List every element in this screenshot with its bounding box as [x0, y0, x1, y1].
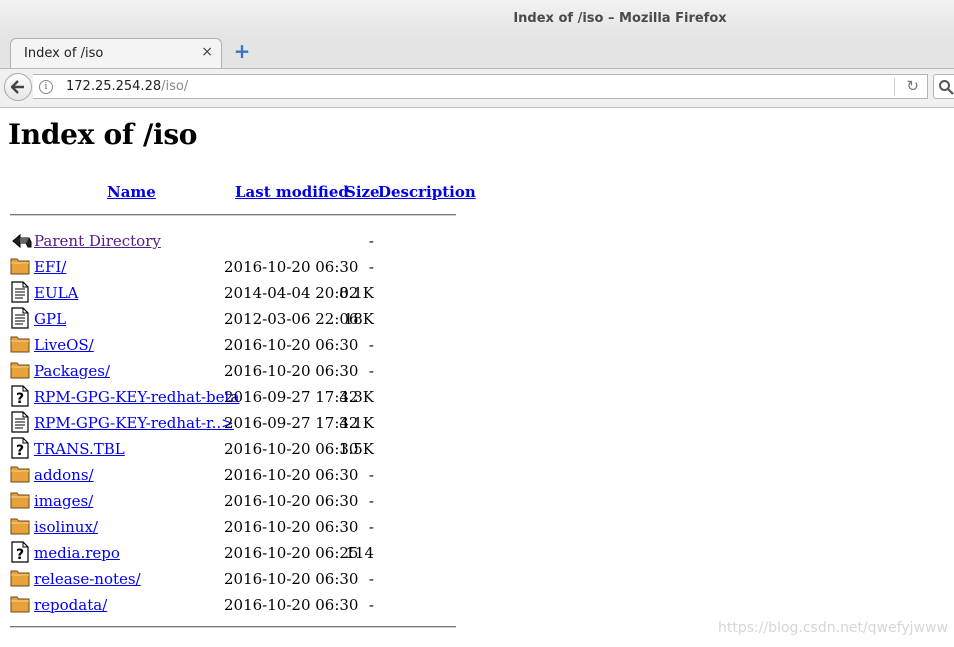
file-link[interactable]: media.repo: [34, 544, 120, 562]
file-link[interactable]: EULA: [34, 284, 78, 302]
tab-index-iso[interactable]: Index of /iso ×: [10, 38, 222, 68]
file-link[interactable]: isolinux/: [34, 518, 98, 536]
size-cell: -: [368, 336, 374, 354]
file-link[interactable]: RPM-GPG-KEY-redhat-beta: [34, 388, 240, 406]
url-separator: [894, 78, 895, 96]
text-file-icon: [10, 281, 30, 303]
file-link[interactable]: addons/: [34, 466, 94, 484]
table-row: Packages/2016-10-20 06:30-: [10, 359, 456, 381]
table-row: isolinux/2016-10-20 06:30-: [10, 515, 456, 537]
file-link[interactable]: RPM-GPG-KEY-redhat-r..>: [34, 414, 234, 432]
url-bar[interactable]: i 172.25.254.28/iso/ ↻: [33, 74, 928, 99]
text-file-icon: [10, 307, 30, 329]
size-cell: 3.1K: [338, 414, 374, 432]
size-cell: -: [368, 232, 374, 250]
table-row: EFI/2016-10-20 06:30-: [10, 255, 456, 277]
folder-icon: [10, 567, 30, 589]
table-row: addons/2016-10-20 06:30-: [10, 463, 456, 485]
window-title: Index of /iso – Mozilla Firefox: [513, 11, 727, 26]
size-cell: 1.5K: [338, 440, 374, 458]
page-title: Index of /iso: [8, 118, 198, 151]
folder-icon: [10, 463, 30, 485]
size-cell: 8.1K: [338, 284, 374, 302]
search-button[interactable]: [933, 74, 954, 99]
size-cell: -: [368, 518, 374, 536]
watermark: https://blog.csdn.net/qwefyjwww: [718, 620, 948, 636]
size-cell: -: [368, 258, 374, 276]
window-titlebar: Index of /iso – Mozilla Firefox: [0, 0, 954, 38]
unknown-file-icon: ?: [10, 541, 30, 563]
page-content: Index of /iso Name Last modified Size De…: [0, 107, 954, 647]
table-row: RPM-GPG-KEY-redhat-r..> 2016-09-27 17:42 3…: [10, 411, 456, 433]
url-host: 172.25.254.28: [66, 79, 162, 94]
column-header-name[interactable]: Name: [107, 183, 156, 201]
close-tab-icon[interactable]: ×: [201, 44, 213, 60]
size-cell: -: [368, 596, 374, 614]
folder-icon: [10, 255, 30, 277]
svg-text:?: ?: [16, 391, 24, 407]
file-link[interactable]: images/: [34, 492, 93, 510]
size-cell: 114: [345, 544, 374, 562]
svg-text:?: ?: [16, 547, 24, 563]
folder-icon: [10, 489, 30, 511]
unknown-file-icon: ?: [10, 385, 30, 407]
table-row: repodata/2016-10-20 06:30-: [10, 593, 456, 615]
table-row: Parent Directory -: [10, 229, 456, 251]
file-link[interactable]: TRANS.TBL: [34, 440, 125, 458]
folder-icon: [10, 593, 30, 615]
back-arrow-icon: [10, 80, 24, 94]
file-link[interactable]: EFI/: [34, 258, 66, 276]
file-link[interactable]: release-notes/: [34, 570, 141, 588]
navigation-bar: i 172.25.254.28/iso/ ↻: [0, 69, 954, 108]
table-row: release-notes/2016-10-20 06:30-: [10, 567, 456, 589]
size-cell: -: [368, 362, 374, 380]
size-cell: 18K: [343, 310, 374, 328]
file-link[interactable]: repodata/: [34, 596, 107, 614]
table-row: images/2016-10-20 06:30-: [10, 489, 456, 511]
back-icon: [10, 229, 32, 251]
table-row: EULA 2014-04-04 20:02 8.1K: [10, 281, 456, 303]
text-file-icon: [10, 411, 30, 433]
size-cell: -: [368, 570, 374, 588]
file-link[interactable]: Packages/: [34, 362, 110, 380]
table-row: LiveOS/2016-10-20 06:30-: [10, 333, 456, 355]
size-cell: -: [368, 466, 374, 484]
folder-icon: [10, 359, 30, 381]
url-text[interactable]: 172.25.254.28/iso/: [66, 79, 188, 94]
size-cell: 3.3K: [338, 388, 374, 406]
table-row: ? media.repo 2016-10-20 06:25 114: [10, 541, 456, 563]
header-divider: [10, 214, 456, 216]
footer-divider: [10, 626, 456, 628]
reload-icon[interactable]: ↻: [906, 77, 919, 95]
column-header-size[interactable]: Size: [345, 183, 380, 201]
folder-icon: [10, 333, 30, 355]
table-row: GPL 2012-03-06 22:06 18K: [10, 307, 456, 329]
size-cell: -: [368, 492, 374, 510]
tab-strip: Index of /iso × +: [0, 38, 954, 69]
svg-text:?: ?: [16, 443, 24, 459]
tab-title: Index of /iso: [24, 46, 104, 61]
new-tab-icon[interactable]: +: [233, 41, 251, 61]
file-link[interactable]: Parent Directory: [34, 232, 161, 250]
unknown-file-icon: ?: [10, 437, 30, 459]
back-button[interactable]: [4, 73, 32, 101]
file-link[interactable]: GPL: [34, 310, 66, 328]
table-row: ? RPM-GPG-KEY-redhat-beta 2016-09-27 17:42…: [10, 385, 456, 407]
search-icon: [939, 80, 954, 95]
table-row: ? TRANS.TBL 2016-10-20 06:30 1.5K: [10, 437, 456, 459]
file-link[interactable]: LiveOS/: [34, 336, 94, 354]
url-path: /iso/: [161, 79, 189, 94]
column-header-last-modified[interactable]: Last modified: [235, 183, 349, 201]
site-info-icon[interactable]: i: [39, 80, 53, 94]
column-header-description[interactable]: Description: [378, 183, 476, 201]
folder-icon: [10, 515, 30, 537]
